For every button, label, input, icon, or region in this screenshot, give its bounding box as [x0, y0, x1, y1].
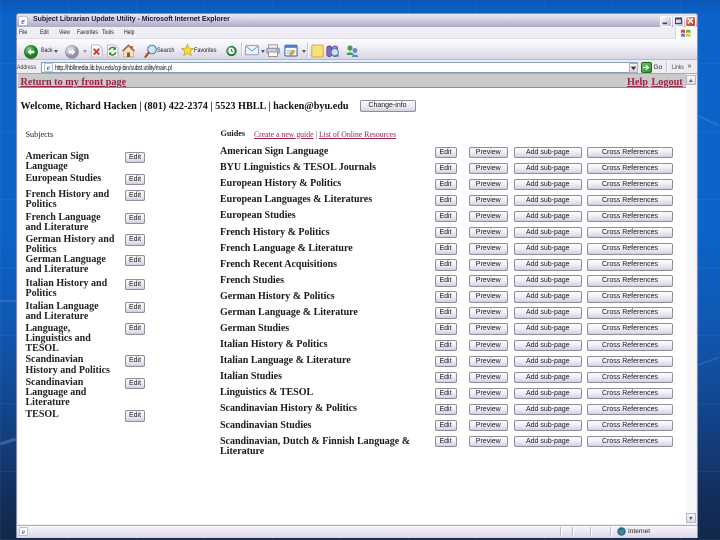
svg-text:e: e	[21, 16, 25, 26]
